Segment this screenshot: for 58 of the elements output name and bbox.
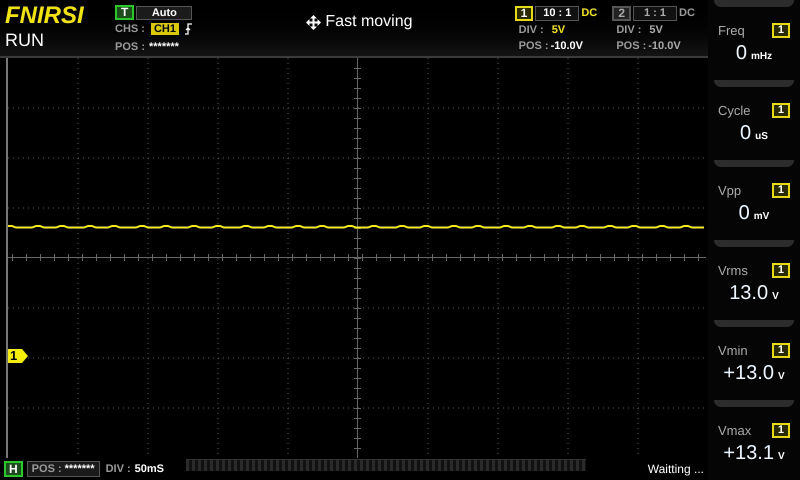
channel-badge[interactable]: 1 [772,263,790,278]
time-per-division: 50mS [134,462,164,477]
measurement-unit: mHz [751,50,772,64]
volts-per-division: 5V [649,22,663,38]
measurement-value: 0 [736,40,747,64]
probe-ratio[interactable]: 10 : 1 [535,6,580,21]
channel-badge[interactable]: 1 [772,423,790,438]
division-label: DIV : [106,462,131,477]
division-label: DIV : [616,22,642,38]
position-label: POS : [115,40,145,54]
division-label: DIV : [518,22,544,38]
run-status: RUN [5,29,44,51]
measurement-value: 0 [740,120,752,144]
measurement-unit: V [778,370,785,384]
measurement-label: Vmin [718,342,748,360]
measurement-unit: mV [754,210,770,224]
probe-ratio[interactable]: 1 : 1 [633,6,677,21]
position-value: ******* [148,40,179,54]
channel-badge[interactable]: 1 [772,343,790,358]
channel-badge[interactable]: 1 [772,183,790,198]
channel-badge[interactable]: 2 [612,6,631,21]
volts-per-division: 5V [552,22,566,38]
measurement-label: Vmax [718,422,752,440]
measurement-value: +13.1 [723,440,774,464]
channel-badge[interactable]: 1 [772,23,790,38]
measurement-label: Vpp [718,182,742,200]
channel-source-label: CHS : [115,22,145,37]
position-label: POS : [616,39,646,54]
measurement-label: Cycle [718,102,751,120]
acquisition-status: Waitting ... [648,461,704,478]
measurement-unit: V [778,450,785,464]
position-value: -10.0V [648,39,681,54]
measurement-unit: V [772,290,779,304]
position-value: -10.0V [550,39,583,54]
measurement-label: Vrms [718,262,748,280]
position-label: POS : [32,462,62,476]
measurement-value: 0 [738,200,750,224]
trigger-mode[interactable]: Auto [136,6,192,20]
position-value: ******* [64,462,95,476]
mode-title: Fast moving [325,12,413,32]
coupling-label: DC [679,6,695,21]
rising-edge-icon [185,23,192,36]
scroll-track[interactable] [186,459,586,471]
position-label: POS : [518,39,549,54]
coupling-label: DC [581,6,598,21]
channel-badge[interactable]: 1 [772,103,790,118]
trigger-channel[interactable]: CH1 [150,23,179,36]
brand-logo: FNIRSI [5,3,84,29]
trigger-badge: T [115,5,134,20]
measurement-value: 13.0 [729,280,768,304]
channel-badge[interactable]: 1 [514,6,534,21]
timebase-badge: H [4,461,23,477]
horizontal-position-field[interactable]: POS : ******* [26,461,100,477]
channel-level-marker[interactable]: 1 [8,349,28,363]
measurement-label: Freq [718,22,745,40]
measurement-value: +13.0 [723,360,774,384]
measurement-unit: uS [755,130,768,144]
move-arrows-icon [306,14,322,30]
